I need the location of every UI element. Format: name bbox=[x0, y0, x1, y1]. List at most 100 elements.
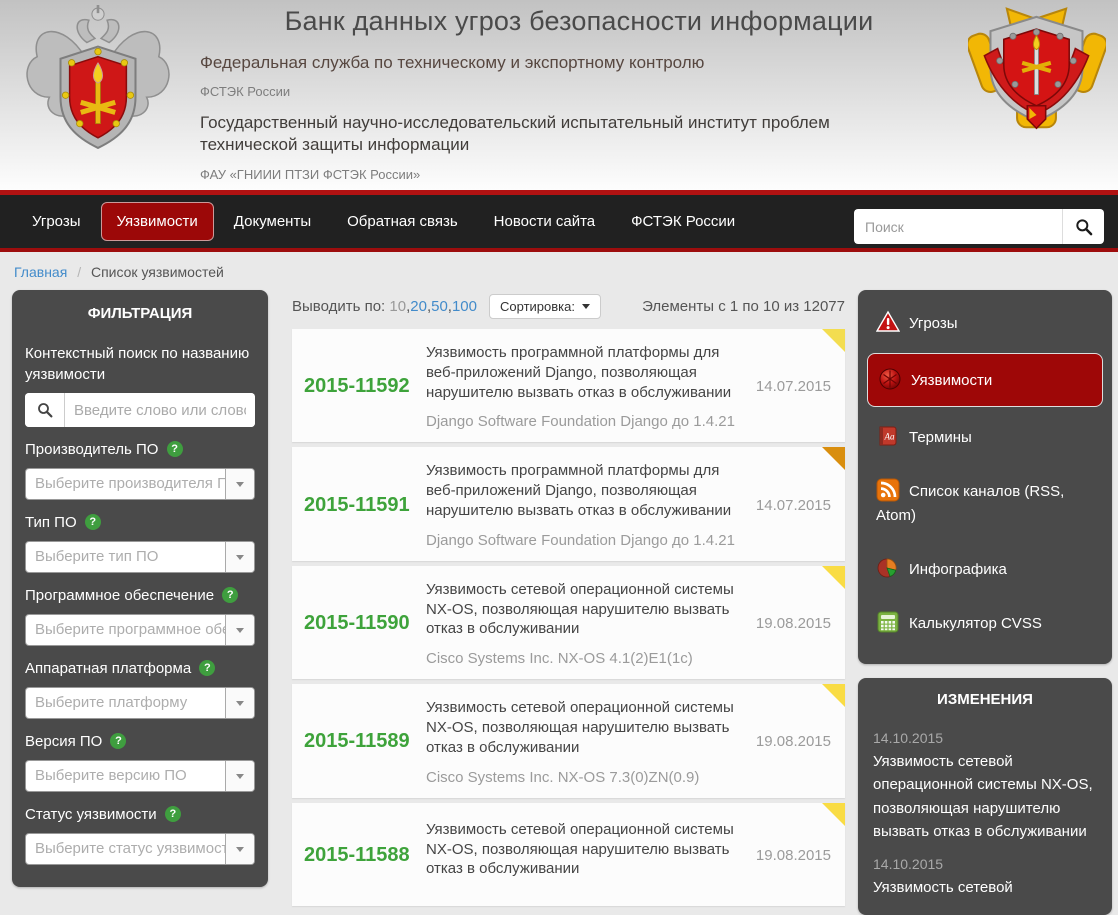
nav-item-news[interactable]: Новости сайта bbox=[478, 202, 612, 241]
help-icon[interactable]: ? bbox=[85, 514, 101, 530]
vulnerability-row: 2015-11589 Уязвимость сетевой операционн… bbox=[292, 684, 845, 797]
chevron-down-icon bbox=[225, 834, 254, 864]
search-button[interactable] bbox=[1062, 209, 1104, 244]
filter-select-hardware[interactable]: Выберите платформу bbox=[25, 687, 255, 719]
vulnerability-title: Уязвимость сетевой операционной системы … bbox=[426, 698, 737, 757]
help-icon[interactable]: ? bbox=[199, 660, 215, 676]
per-page-50[interactable]: 50 bbox=[431, 298, 448, 315]
vulnerability-id-link[interactable]: 2015-11590 bbox=[304, 612, 416, 635]
help-icon[interactable]: ? bbox=[110, 733, 126, 749]
list-toolbar: Выводить по: 10, 20, 50, 100 Сортировка:… bbox=[292, 290, 845, 329]
select-placeholder: Выберите тип ПО bbox=[26, 542, 225, 572]
filter-select-software-type[interactable]: Выберите тип ПО bbox=[25, 541, 255, 573]
filter-panel: ФИЛЬТРАЦИЯ Контекстный поиск по названию… bbox=[12, 290, 268, 887]
changes-panel: ИЗМЕНЕНИЯ 14.10.2015 Уязвимость сетевой … bbox=[858, 678, 1112, 915]
site-title: Банк данных угроз безопасности информаци… bbox=[200, 6, 958, 37]
vulnerability-id-link[interactable]: 2015-11589 bbox=[304, 730, 416, 753]
sidebar-item-label: Термины bbox=[909, 429, 972, 446]
filter-select-status[interactable]: Выберите статус уязвимости bbox=[25, 833, 255, 865]
main-navbar: Угрозы Уязвимости Документы Обратная свя… bbox=[0, 190, 1118, 252]
sidebar-item-vulnerabilities[interactable]: Уязвимости bbox=[867, 353, 1103, 407]
sidebar-item-threats[interactable]: Угрозы bbox=[873, 296, 1097, 350]
filter-label-text: Программное обеспечение bbox=[25, 587, 214, 604]
gniii-emblem bbox=[968, 4, 1106, 136]
vulnerability-title: Уязвимость сетевой операционной системы … bbox=[426, 820, 737, 879]
sidebar-item-cvss-calculator[interactable]: Калькулятор CVSS bbox=[873, 596, 1097, 650]
vulnerability-vendor: Cisco Systems Inc. NX-OS 4.1(2)E1(1c) bbox=[426, 650, 737, 667]
chevron-down-icon bbox=[582, 304, 590, 309]
help-icon[interactable]: ? bbox=[165, 806, 181, 822]
change-link[interactable]: Уязвимость сетевой bbox=[873, 876, 1097, 899]
per-page-100[interactable]: 100 bbox=[452, 298, 477, 315]
sort-button[interactable]: Сортировка: bbox=[489, 294, 601, 319]
filter-select-software[interactable]: Выберите программное обе... bbox=[25, 614, 255, 646]
filter-label-text: Тип ПО bbox=[25, 514, 77, 531]
vulnerability-vendor: Django Software Foundation Django до 1.4… bbox=[426, 413, 737, 430]
terms-book-icon: Aa bbox=[876, 424, 900, 448]
sidebar-item-label: Уязвимости bbox=[911, 372, 992, 389]
site-search bbox=[854, 209, 1104, 244]
filter-panel-title: ФИЛЬТРАЦИЯ bbox=[25, 300, 255, 331]
sidebar-item-label: Список каналов (RSS, Atom) bbox=[876, 483, 1064, 524]
vulnerability-id-link[interactable]: 2015-11588 bbox=[304, 844, 416, 867]
vulnerability-bug-icon bbox=[878, 367, 902, 391]
filter-label-software: Программное обеспечение ? bbox=[25, 585, 255, 606]
per-page-current: 10 bbox=[389, 298, 406, 315]
select-placeholder: Выберите статус уязвимости bbox=[26, 834, 225, 864]
help-icon[interactable]: ? bbox=[222, 587, 238, 603]
help-icon[interactable]: ? bbox=[167, 441, 183, 457]
search-icon bbox=[25, 393, 65, 427]
context-search bbox=[25, 393, 255, 427]
sort-label: Сортировка: bbox=[500, 299, 575, 314]
context-search-input[interactable] bbox=[65, 393, 255, 427]
filter-select-vendor[interactable]: Выберите производителя ПО bbox=[25, 468, 255, 500]
context-search-label: Контекстный поиск по названию уязвимости bbox=[25, 343, 255, 385]
filter-label-software-type: Тип ПО ? bbox=[25, 512, 255, 533]
rss-icon bbox=[876, 478, 900, 502]
site-header: Банк данных угроз безопасности информаци… bbox=[0, 0, 1118, 190]
vulnerability-row: 2015-11591 Уязвимость программной платфо… bbox=[292, 447, 845, 560]
severity-corner bbox=[822, 684, 845, 707]
select-placeholder: Выберите версию ПО bbox=[26, 761, 225, 791]
change-entry: 14.10.2015 Уязвимость сетевой операционн… bbox=[873, 730, 1097, 843]
vulnerability-title: Уязвимость программной платформы для веб… bbox=[426, 461, 737, 520]
vulnerability-date: 19.08.2015 bbox=[747, 847, 831, 864]
filter-label-text: Статус уязвимости bbox=[25, 806, 157, 823]
vulnerability-row: 2015-11588 Уязвимость сетевой операционн… bbox=[292, 803, 845, 906]
vulnerability-title: Уязвимость программной платформы для веб… bbox=[426, 343, 737, 402]
filter-label-vendor: Производитель ПО ? bbox=[25, 439, 255, 460]
severity-corner bbox=[822, 447, 845, 470]
change-date: 14.10.2015 bbox=[873, 856, 1097, 872]
vulnerability-date: 19.08.2015 bbox=[747, 733, 831, 750]
filter-label-version: Версия ПО ? bbox=[25, 731, 255, 752]
breadcrumb-separator: / bbox=[77, 264, 81, 280]
change-date: 14.10.2015 bbox=[873, 730, 1097, 746]
nav-item-feedback[interactable]: Обратная связь bbox=[331, 202, 474, 241]
vulnerability-date: 14.07.2015 bbox=[747, 378, 831, 395]
institute-short-name: ФАУ «ГНИИИ ПТЗИ ФСТЭК России» bbox=[200, 167, 958, 182]
nav-item-fstec[interactable]: ФСТЭК России bbox=[615, 202, 751, 241]
per-page-20[interactable]: 20 bbox=[410, 298, 427, 315]
change-link[interactable]: Уязвимость сетевой операционной системы … bbox=[873, 750, 1097, 843]
search-icon bbox=[1074, 217, 1094, 237]
sidebar-item-label: Угрозы bbox=[909, 315, 958, 332]
vulnerability-date: 19.08.2015 bbox=[747, 615, 831, 632]
vulnerability-id-link[interactable]: 2015-11592 bbox=[304, 375, 416, 398]
vulnerability-id-link[interactable]: 2015-11591 bbox=[304, 494, 416, 517]
sidebar-item-infographics[interactable]: Инфографика bbox=[873, 542, 1097, 596]
change-entry: 14.10.2015 Уязвимость сетевой bbox=[873, 856, 1097, 899]
sidebar-menu: Угрозы Уязвимо bbox=[858, 290, 1112, 664]
vulnerability-title: Уязвимость сетевой операционной системы … bbox=[426, 580, 737, 639]
nav-item-documents[interactable]: Документы bbox=[218, 202, 327, 241]
sidebar-item-terms[interactable]: Aa Термины bbox=[873, 410, 1097, 464]
search-input[interactable] bbox=[854, 209, 1062, 244]
sidebar-item-rss[interactable]: Список каналов (RSS, Atom) bbox=[873, 464, 1097, 542]
nav-item-threats[interactable]: Угрозы bbox=[16, 202, 97, 241]
threat-warning-icon bbox=[876, 310, 900, 334]
filter-select-version[interactable]: Выберите версию ПО bbox=[25, 760, 255, 792]
nav-item-vulnerabilities[interactable]: Уязвимости bbox=[101, 202, 214, 241]
svg-text:Aa: Aa bbox=[884, 432, 895, 442]
breadcrumb-home[interactable]: Главная bbox=[14, 264, 67, 280]
vulnerability-row: 2015-11590 Уязвимость сетевой операционн… bbox=[292, 566, 845, 679]
vulnerability-date: 14.07.2015 bbox=[747, 497, 831, 514]
